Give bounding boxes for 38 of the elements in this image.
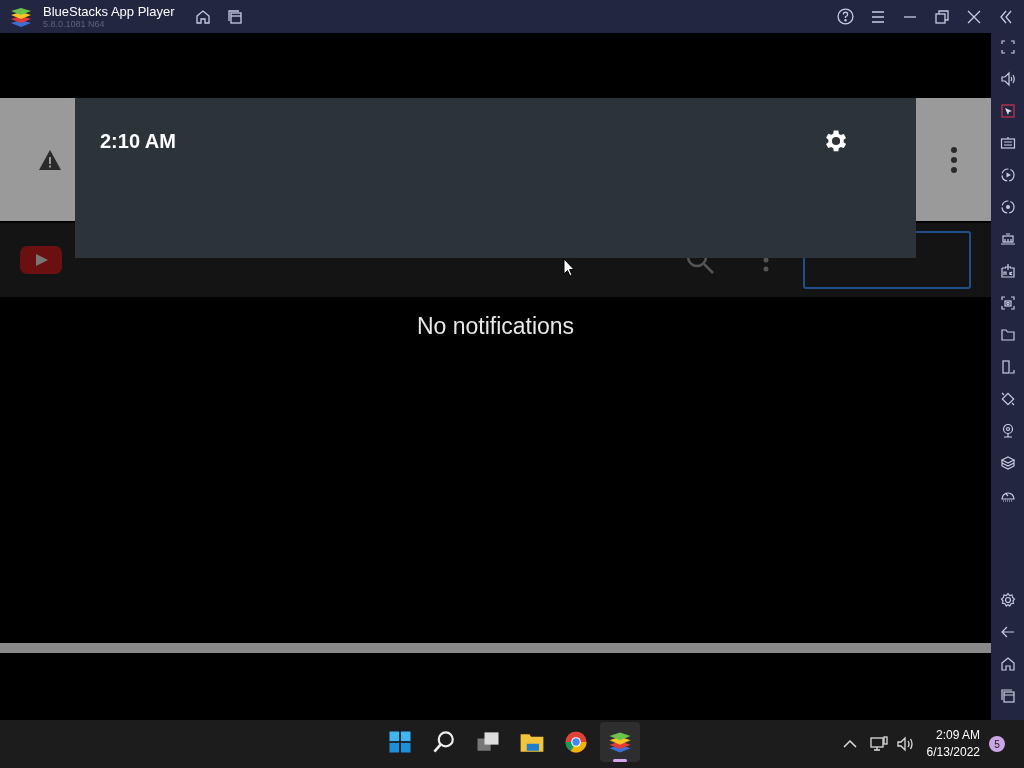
help-icon[interactable] xyxy=(837,8,854,25)
menu-icon[interactable] xyxy=(870,8,886,25)
settings-icon[interactable] xyxy=(999,592,1016,608)
fullscreen-icon[interactable] xyxy=(999,39,1016,55)
resize-icon[interactable] xyxy=(999,359,1016,375)
cursor-icon xyxy=(563,258,575,277)
taskbar-time[interactable]: 2:09 AM xyxy=(935,727,980,744)
play-circle-icon[interactable] xyxy=(999,167,1016,183)
close-icon[interactable] xyxy=(966,8,982,25)
rotate-icon[interactable] xyxy=(999,391,1016,407)
network-icon[interactable] xyxy=(869,736,888,752)
warning-icon xyxy=(38,148,62,171)
empty-message: No notifications xyxy=(416,312,575,341)
record-icon[interactable] xyxy=(999,199,1016,215)
home-icon[interactable] xyxy=(999,656,1016,672)
layers-icon[interactable] xyxy=(999,455,1016,471)
clock-text: 2:10 AM xyxy=(100,129,176,154)
collapse-icon[interactable] xyxy=(998,8,1014,25)
pointer-icon[interactable] xyxy=(999,103,1016,119)
keyboard-icon[interactable] xyxy=(999,135,1016,151)
chevron-up-icon[interactable] xyxy=(842,739,857,749)
volume-icon[interactable] xyxy=(895,736,914,752)
volume-icon[interactable] xyxy=(999,71,1016,87)
folder-icon[interactable] xyxy=(999,327,1016,343)
restore-icon[interactable] xyxy=(934,8,950,25)
windows-icon[interactable] xyxy=(999,688,1016,704)
taskbar-date[interactable]: 6/13/2022 xyxy=(926,744,980,761)
app-logo-icon xyxy=(10,5,32,28)
windows-icon[interactable] xyxy=(226,8,243,25)
more-icon[interactable] xyxy=(950,145,958,174)
back-icon[interactable] xyxy=(999,624,1016,640)
taskbar-app[interactable] xyxy=(600,722,640,762)
window-title: BlueStacks App Player xyxy=(43,4,175,18)
version-label: 5.8.0.1081 N64 xyxy=(43,19,106,29)
screenshot-icon[interactable] xyxy=(999,295,1016,311)
notification-badge[interactable]: 5 xyxy=(989,736,1005,752)
home-icon[interactable] xyxy=(194,8,211,25)
play-logo-icon xyxy=(20,246,62,274)
